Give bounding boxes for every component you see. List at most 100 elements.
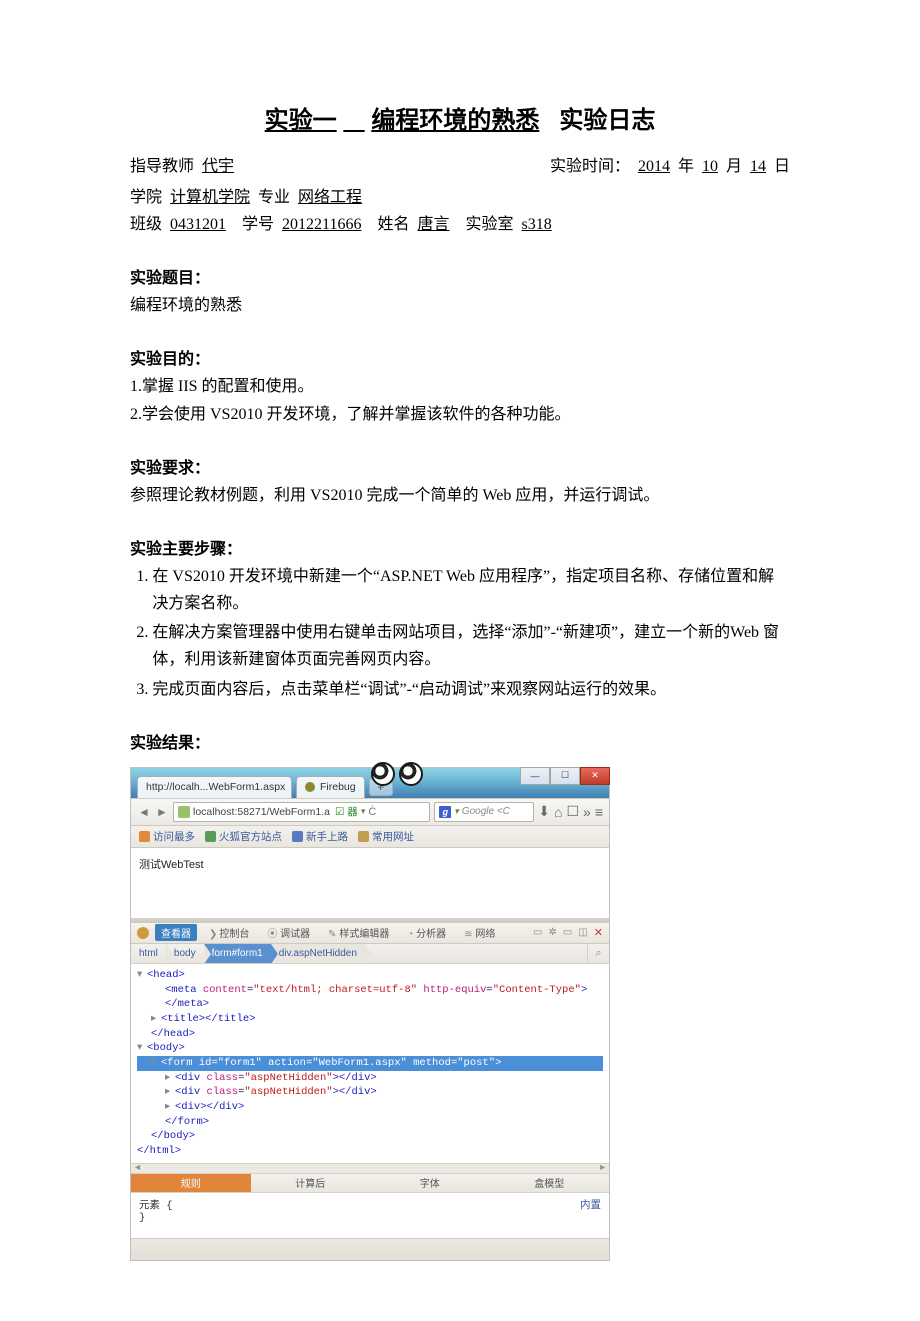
major-label: 专业 <box>258 189 290 206</box>
devtools-responsive-icon[interactable]: ▭ <box>533 927 542 938</box>
tab-label: http://localh...WebForm1.aspx <box>146 781 285 793</box>
devtools-tab-inspector[interactable]: 查看器 <box>155 924 197 941</box>
meta-row-3: 班级 0431201 学号 2012211666 姓名 唐言 实验室 s318 <box>130 211 790 238</box>
css-tab-boxmodel[interactable]: 盒模型 <box>490 1174 610 1192</box>
purpose-line-1: 1.掌握 IIS 的配置和使用。 <box>130 373 790 400</box>
step-3: 完成页面内容后，点击菜单栏“调试”-“启动调试”来观察网站运行的效果。 <box>152 676 790 703</box>
bookmark-icon <box>292 831 303 842</box>
theme-eye-left-icon <box>371 762 395 786</box>
devtools-options-icon[interactable]: ✲ <box>548 927 556 938</box>
theme-eye-right-icon <box>399 762 423 786</box>
twisty-open-icon[interactable]: ▾ <box>137 1041 147 1056</box>
home-button[interactable]: ⌂ <box>554 804 562 820</box>
steps-list: 在 VS2010 开发环境中新建一个“ASP.NET Web 应用程序”，指定项… <box>152 563 790 703</box>
title-part2: 编程环境的熟悉 <box>371 107 539 134</box>
menu-button[interactable]: ≡ <box>595 804 603 820</box>
selected-node[interactable]: ▾<form id="form1" action="WebForm1.aspx"… <box>137 1056 603 1071</box>
year-suffix: 年 <box>678 158 694 175</box>
search-placeholder: Google <C <box>462 806 510 817</box>
url-dropdown-icon[interactable]: ▾ <box>361 806 366 817</box>
toolbar-extra-1[interactable]: ☐ <box>566 803 579 820</box>
html-source-panel[interactable]: ▾<head> <meta content="text/html; charse… <box>131 964 609 1163</box>
devtools-popout-icon[interactable]: ◫ <box>578 927 587 938</box>
step-1: 在 VS2010 开发环境中新建一个“ASP.NET Web 应用程序”，指定项… <box>152 563 790 617</box>
browser-screenshot: — ☐ ✕ http://localh...WebForm1.aspx × Fi… <box>130 767 610 1261</box>
document-title: 实验一 编程环境的熟悉 实验日志 <box>130 100 790 135</box>
class-value: 0431201 <box>166 216 230 233</box>
bookmark-common-sites[interactable]: 常用网址 <box>358 829 414 844</box>
page-text: 测试WebTest <box>139 859 204 871</box>
lab-label: 实验室 <box>465 216 513 233</box>
teacher-value: 代宇 <box>198 158 238 175</box>
purpose-line-2: 2.学会使用 VS2010 开发环境，了解并掌握该软件的各种功能。 <box>130 401 790 428</box>
firebug-icon <box>305 782 315 792</box>
name-value: 唐言 <box>413 216 453 233</box>
css-close-brace: } <box>139 1212 601 1224</box>
search-input[interactable]: g ▾ Google <C <box>434 802 534 822</box>
crumb-div[interactable]: div.aspNetHidden <box>271 944 365 963</box>
css-tab-row: 规则 计算后 字体 盒模型 <box>131 1173 609 1193</box>
css-inline-label: 内置 <box>580 1197 601 1212</box>
steps-heading: 实验主要步骤： <box>130 535 790 559</box>
close-button[interactable]: ✕ <box>580 767 610 785</box>
bookmark-icon <box>205 831 216 842</box>
twisty-closed-icon[interactable]: ▸ <box>165 1085 175 1100</box>
day-suffix: 日 <box>774 158 790 175</box>
toolbar-overflow[interactable]: » <box>583 804 591 820</box>
tab-firebug[interactable]: Firebug <box>296 776 365 798</box>
page-content: 测试WebTest <box>131 848 609 918</box>
month-suffix: 月 <box>726 158 742 175</box>
college-label: 学院 <box>130 189 162 206</box>
devtools-footer <box>131 1238 609 1260</box>
back-button[interactable]: ◄ <box>137 805 151 819</box>
devtools-tab-network[interactable]: ≋ 网络 <box>458 924 501 941</box>
twisty-closed-icon[interactable]: ▸ <box>151 1012 161 1027</box>
css-tab-fonts[interactable]: 字体 <box>370 1174 490 1192</box>
devtools-tab-profiler[interactable]: ◔ 分析器 <box>401 924 452 941</box>
css-tab-computed[interactable]: 计算后 <box>251 1174 371 1192</box>
result-heading: 实验结果： <box>130 729 790 753</box>
devtools-toolbar: 查看器 ❯控制台 ⦿ 调试器 ✎ 样式编辑器 ◔ 分析器 ≋ 网络 ▭ ✲ ▭ … <box>131 922 609 944</box>
css-rules-panel[interactable]: 元素 { } 内置 <box>131 1193 609 1238</box>
meta-row-2: 学院 计算机学院 专业 网络工程 <box>130 184 790 211</box>
bookmark-firefox[interactable]: 火狐官方站点 <box>205 829 282 844</box>
css-tab-rules[interactable]: 规则 <box>131 1174 251 1192</box>
meta-row-1: 指导教师 代宇 实验时间： 2014 年 10 月 14 日 <box>130 153 790 182</box>
twisty-open-icon[interactable]: ▾ <box>137 968 147 983</box>
forward-button[interactable]: ► <box>155 805 169 819</box>
tab-label: Firebug <box>320 781 356 793</box>
url-input[interactable]: localhost:58271/WebForm1.a ☑ 器 ▾ Ċ <box>173 802 430 822</box>
breadcrumb-row: html body form#form1 div.aspNetHidden ⌕ <box>131 944 609 964</box>
devtools-dock-icon[interactable]: ▭ <box>563 927 572 938</box>
horizontal-scrollbar[interactable] <box>131 1163 609 1173</box>
google-icon: g <box>439 806 451 818</box>
downloads-button[interactable]: ⬇ <box>538 803 550 820</box>
reload-button[interactable]: Ċ <box>368 806 376 818</box>
crumb-html[interactable]: html <box>131 944 166 963</box>
sid-value: 2012211666 <box>278 216 365 233</box>
firebug-icon[interactable] <box>137 927 149 939</box>
devtools-tab-style[interactable]: ✎ 样式编辑器 <box>322 924 395 941</box>
maximize-button[interactable]: ☐ <box>550 767 580 785</box>
address-bar: ◄ ► localhost:58271/WebForm1.a ☑ 器 ▾ Ċ g… <box>131 798 609 826</box>
bookmark-getting-started[interactable]: 新手上路 <box>292 829 348 844</box>
inspector-search-icon[interactable]: ⌕ <box>587 944 609 963</box>
purpose-heading: 实验目的： <box>130 345 790 369</box>
bookmarks-bar: 访问最多 火狐官方站点 新手上路 常用网址 <box>131 826 609 848</box>
topic-text: 编程环境的熟悉 <box>130 292 790 319</box>
window-controls: — ☐ ✕ <box>520 767 610 785</box>
name-label: 姓名 <box>377 216 409 233</box>
devtools-tab-console[interactable]: ❯控制台 <box>203 924 255 941</box>
tab-webform[interactable]: http://localh...WebForm1.aspx × <box>137 776 292 798</box>
twisty-closed-icon[interactable]: ▸ <box>165 1071 175 1086</box>
devtools-close-button[interactable]: ✕ <box>594 926 603 939</box>
crumb-form[interactable]: form#form1 <box>204 944 271 963</box>
minimize-button[interactable]: — <box>520 767 550 785</box>
search-engine-dropdown-icon[interactable]: ▾ <box>454 806 459 817</box>
devtools-tab-debugger[interactable]: ⦿ 调试器 <box>261 924 316 941</box>
css-selector: 元素 { <box>139 1197 601 1212</box>
month-value: 10 <box>698 158 722 175</box>
class-label: 班级 <box>130 216 162 233</box>
bookmark-most-visited[interactable]: 访问最多 <box>139 829 195 844</box>
twisty-closed-icon[interactable]: ▸ <box>165 1100 175 1115</box>
